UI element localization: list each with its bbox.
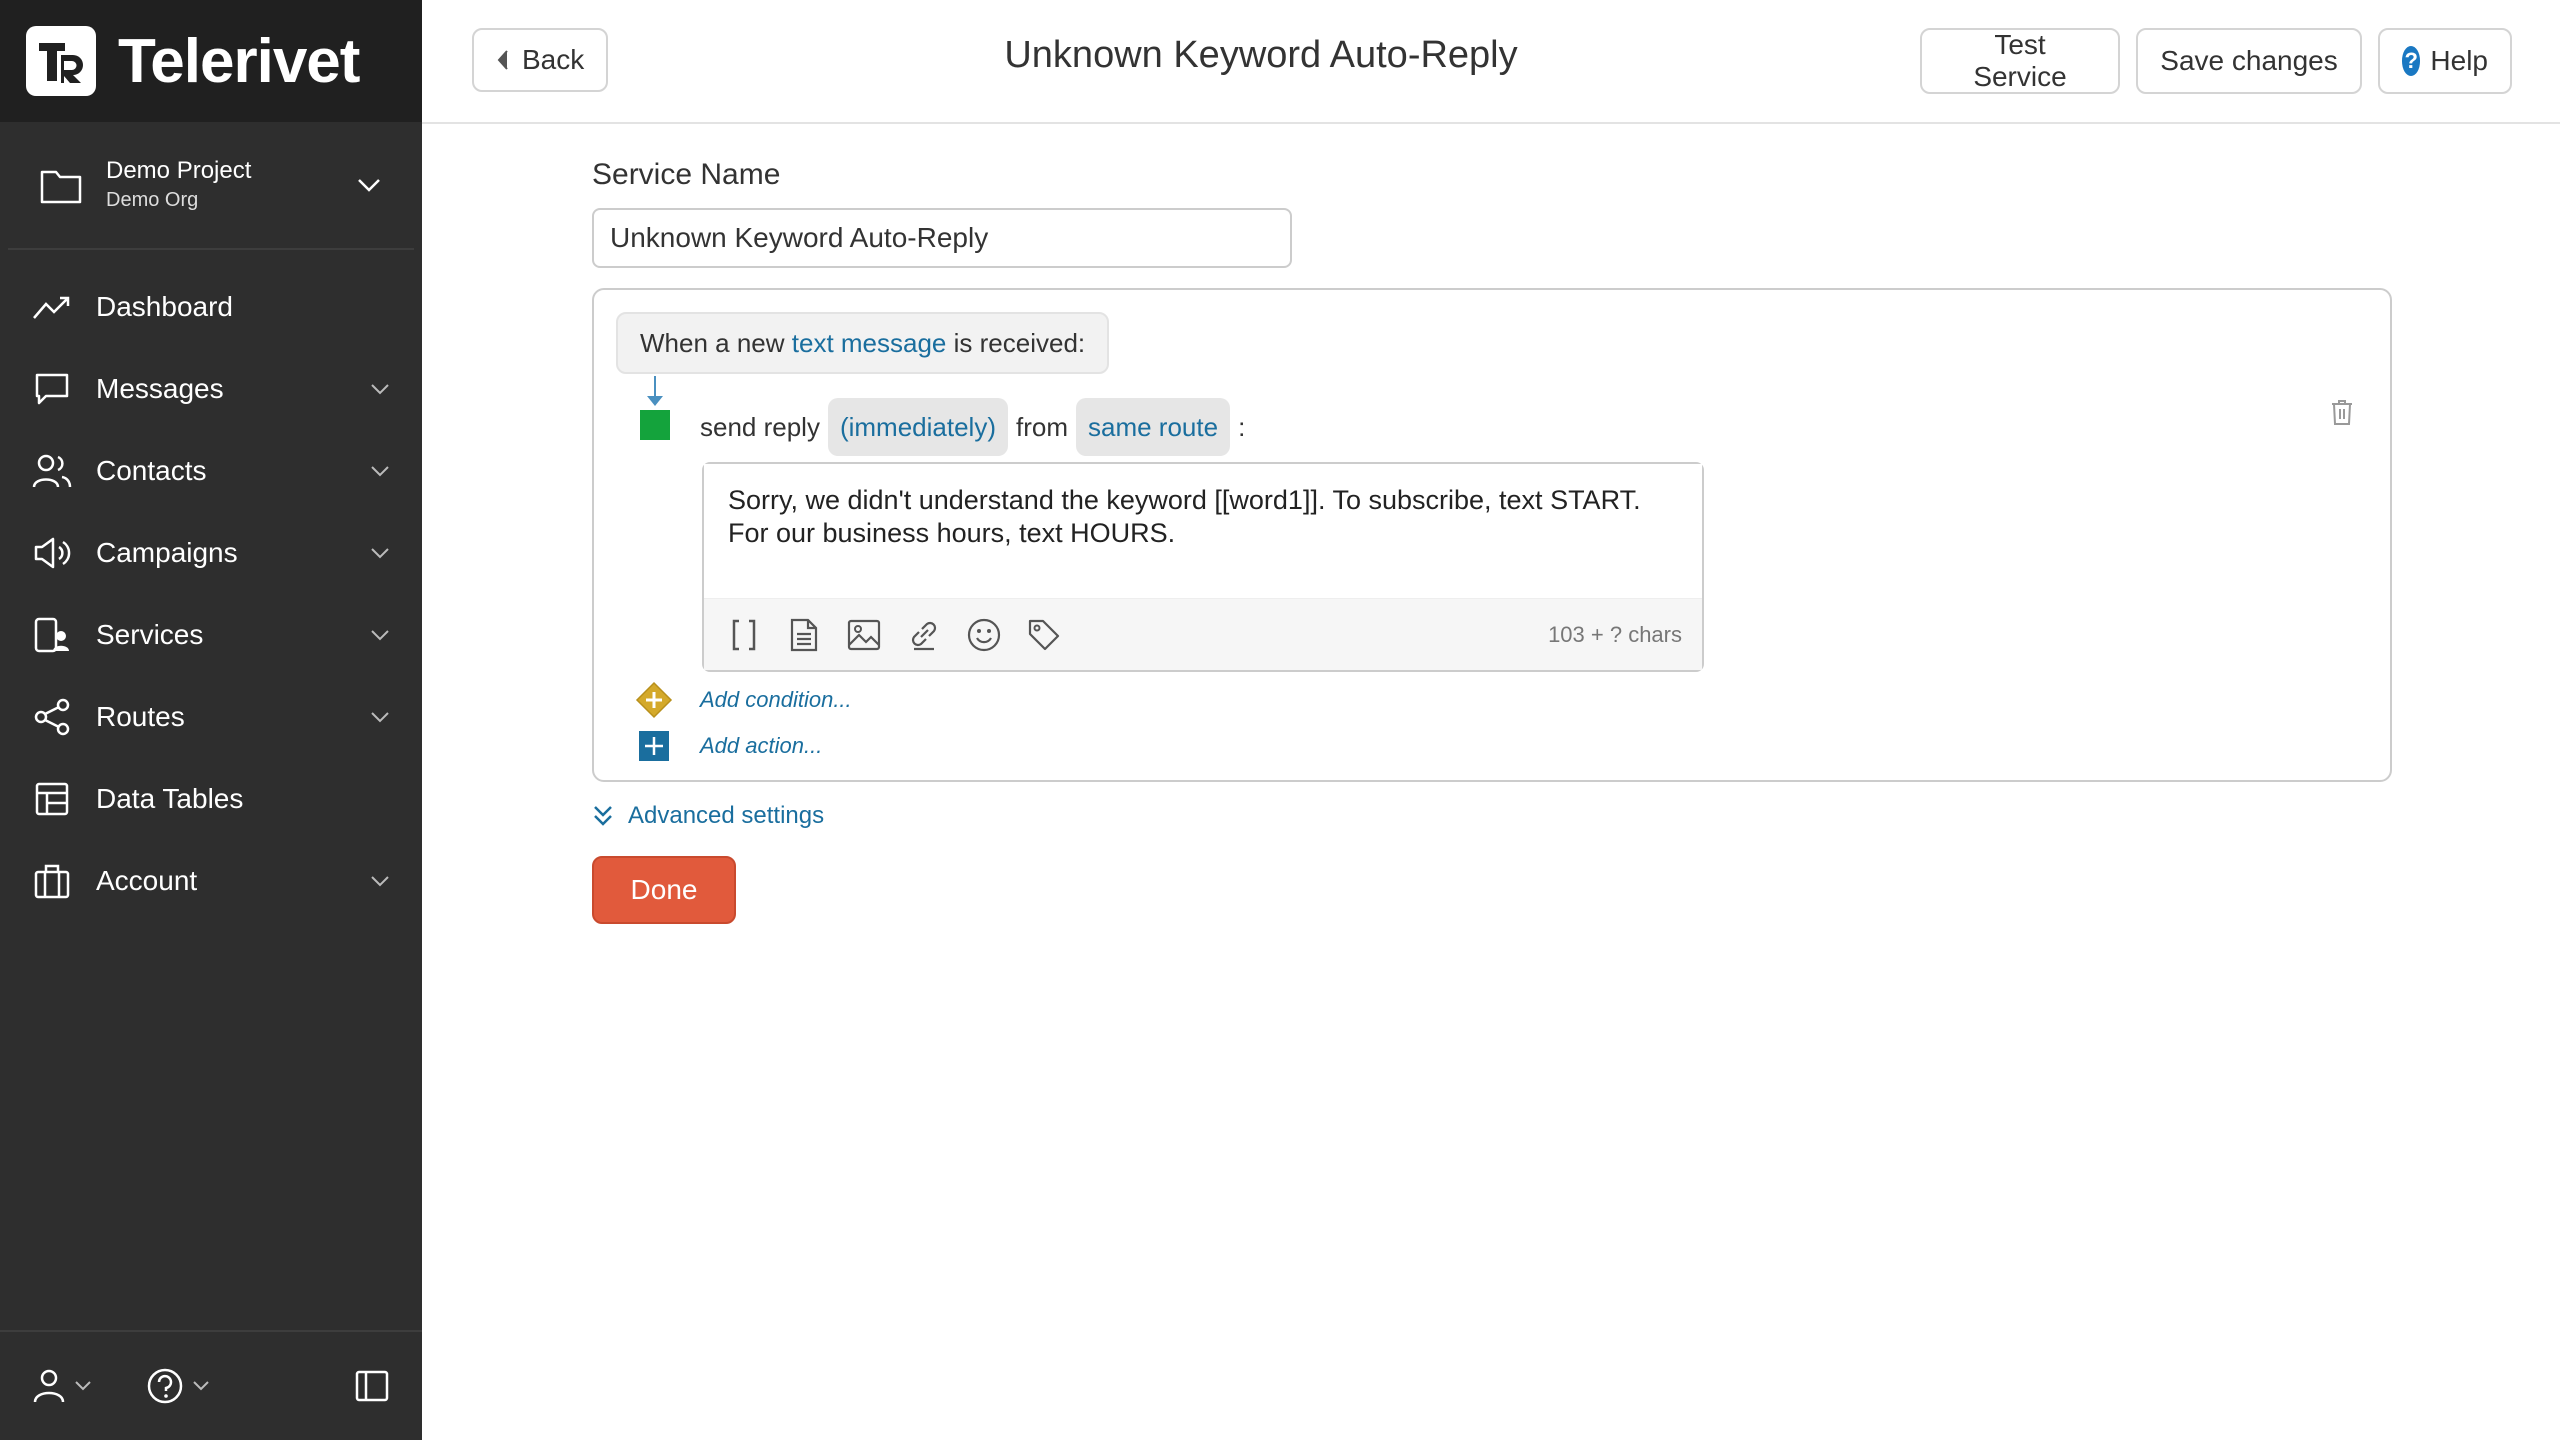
sidebar-item-label: Services [96,619,204,650]
sidebar-footer [0,1330,422,1440]
service-flow-editor: When a new text message is received: sen… [592,288,2392,782]
emoji-icon[interactable] [964,615,1004,655]
folder-icon [40,170,82,204]
megaphone-icon [32,533,72,573]
user-menu-button[interactable] [32,1368,92,1404]
add-condition-row[interactable]: Add condition... [634,680,852,720]
timing-pill[interactable]: (immediately) [827,398,1008,456]
trigger-type-link[interactable]: text message [792,328,947,359]
trigger-block: When a new text message is received: [616,312,1110,374]
action-marker-icon [640,410,670,440]
save-changes-label: Save changes [2160,45,2338,76]
chevron-down-icon [75,1381,91,1391]
test-service-button[interactable]: Test Service [1920,28,2120,94]
add-condition-icon [634,680,674,720]
action-label: send reply [700,411,820,442]
help-icon: ? [2402,46,2421,76]
toggle-sidebar-button[interactable] [354,1369,390,1403]
done-button[interactable]: Done [592,856,736,924]
chevron-down-icon [371,548,389,559]
service-name-input[interactable] [592,208,1292,268]
sidebar-item-routes[interactable]: Routes [0,676,422,758]
main-content: Service Name When a new text message is … [422,126,2560,1440]
route-pill[interactable]: same route [1076,398,1231,456]
sidebar-item-messages[interactable]: Messages [0,348,422,430]
sidebar-item-label: Routes [96,701,185,732]
insert-image-icon[interactable] [844,615,884,655]
help-button[interactable]: ? Help [2378,28,2512,94]
insert-variable-icon[interactable] [724,615,764,655]
advanced-settings-toggle[interactable]: Advanced settings [592,802,824,830]
chevron-down-icon [371,876,389,887]
logo-bar: Telerivet [0,0,422,122]
trigger-prefix: When a new [640,327,785,358]
chevron-down-icon [371,466,389,477]
sidebar-item-contacts[interactable]: Contacts [0,430,422,512]
colon-label: : [1238,411,1246,442]
chevron-down-icon [371,630,389,641]
share-icon [32,697,72,737]
trash-icon [2332,400,2352,425]
tag-icon[interactable] [1024,615,1064,655]
trigger-suffix: is received: [953,327,1086,358]
sidebar-item-label: Messages [96,373,224,404]
service-name-label: Service Name [592,158,781,191]
double-chevron-down-icon [594,806,612,826]
test-service-label: Test Service [1973,29,2067,92]
chat-icon [32,369,72,409]
add-condition-link[interactable]: Add condition... [700,687,852,713]
sidebar-item-label: Data Tables [96,783,244,814]
project-name: Demo Project [106,157,252,184]
briefcase-icon [32,861,72,901]
reply-message-editor: Sorry, we didn't understand the keyword … [702,462,1704,672]
chevron-down-icon [193,1381,209,1391]
sidebar-item-dashboard[interactable]: Dashboard [0,266,422,348]
chevron-down-icon [371,384,389,395]
sidebar-item-label: Account [96,865,198,896]
sidebar-item-services[interactable]: Services [0,594,422,676]
sidebar-nav: Dashboard Messages Contacts Campaigns Se… [0,250,422,922]
services-icon [32,615,72,655]
delete-action-button[interactable] [2330,398,2354,431]
sidebar-item-label: Dashboard [96,291,233,322]
help-label: Help [2430,45,2488,76]
table-icon [32,779,72,819]
advanced-settings-label: Advanced settings [628,802,825,829]
trend-icon [32,287,72,327]
add-action-row[interactable]: Add action... [634,726,822,766]
sidebar-item-account[interactable]: Account [0,840,422,922]
sidebar: Telerivet Demo Project Demo Org Dashboar… [0,0,422,1440]
sidebar-item-label: Campaigns [96,537,238,568]
flow-arrow-icon [647,396,663,406]
sidebar-toggle-icon [355,1370,389,1402]
telerivet-logo-icon[interactable] [26,26,96,96]
insert-template-icon[interactable] [784,615,824,655]
org-name: Demo Org [106,189,199,211]
users-icon [32,451,72,491]
user-icon [33,1369,65,1403]
chevron-down-icon [358,179,380,192]
add-action-link[interactable]: Add action... [700,733,822,759]
message-toolbar: 103 + ? chars [704,598,1702,670]
save-changes-button[interactable]: Save changes [2136,28,2362,94]
reply-message-input[interactable]: Sorry, we didn't understand the keyword … [704,464,1702,598]
project-switcher[interactable]: Demo Project Demo Org [8,122,414,250]
chevron-down-icon [371,712,389,723]
action-send-reply: send reply (immediately) from same route… [700,398,1245,456]
char-count: 103 + ? chars [1548,621,1682,647]
insert-link-icon[interactable] [904,615,944,655]
brand-name[interactable]: Telerivet [118,26,360,97]
sidebar-item-data-tables[interactable]: Data Tables [0,758,422,840]
sidebar-item-label: Contacts [96,455,207,486]
add-action-icon [634,726,674,766]
page-header: Back Unknown Keyword Auto-Reply Test Ser… [422,0,2560,124]
question-circle-icon [147,1368,183,1404]
help-menu-button[interactable] [146,1367,210,1405]
from-label: from [1016,411,1068,442]
sidebar-item-campaigns[interactable]: Campaigns [0,512,422,594]
